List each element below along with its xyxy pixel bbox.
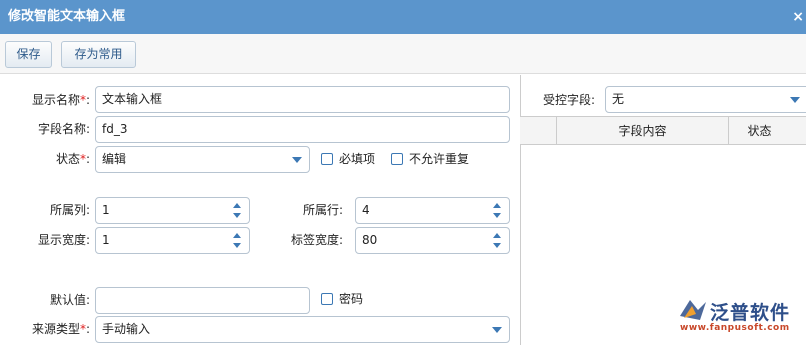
- status-label: 状态*:: [55, 152, 90, 166]
- column-spinner[interactable]: 1: [95, 197, 250, 224]
- row-value: 4: [362, 203, 370, 217]
- no-duplicate-checkbox[interactable]: [391, 153, 403, 165]
- brand-logo: 泛普软件 www.fanpusoft.com: [672, 296, 802, 336]
- field-name-input[interactable]: fd_3: [95, 116, 510, 143]
- chevron-down-icon: [292, 157, 302, 163]
- required-checkbox[interactable]: [321, 153, 333, 165]
- status-value: 编辑: [102, 152, 127, 166]
- table-header: 字段内容 状态: [520, 117, 806, 145]
- logo-icon: [680, 300, 706, 320]
- source-type-select[interactable]: 手动输入: [95, 316, 510, 343]
- save-button[interactable]: 保存: [5, 41, 52, 68]
- required-checkbox-label: 必填项: [339, 152, 376, 166]
- column-header-status[interactable]: 状态: [728, 117, 790, 145]
- default-value-label: 默认值:: [49, 293, 90, 307]
- spin-down-icon[interactable]: [233, 213, 241, 218]
- spin-up-icon[interactable]: [233, 203, 241, 208]
- no-duplicate-checkbox-label: 不允许重复: [409, 152, 470, 166]
- spin-up-icon[interactable]: [493, 233, 501, 238]
- spin-up-icon[interactable]: [233, 233, 241, 238]
- spin-down-icon[interactable]: [493, 213, 501, 218]
- source-type-value: 手动输入: [102, 322, 151, 336]
- password-checkbox[interactable]: [321, 293, 333, 305]
- dialog-title: 修改智能文本输入框: [8, 9, 126, 24]
- field-name-label: 字段名称:: [37, 122, 90, 136]
- row-label: 所属行:: [302, 203, 343, 217]
- label-width-spinner[interactable]: 80: [355, 227, 510, 254]
- label-width-value: 80: [362, 233, 378, 247]
- controlled-field-select[interactable]: 无: [605, 86, 806, 113]
- spin-up-icon[interactable]: [493, 203, 501, 208]
- logo-url: www.fanpusoft.com: [680, 323, 790, 333]
- row-spinner[interactable]: 4: [355, 197, 510, 224]
- controlled-field-label: 受控字段:: [542, 93, 595, 107]
- display-width-spinner[interactable]: 1: [95, 227, 250, 254]
- display-width-value: 1: [102, 233, 110, 247]
- label-width-label: 标签宽度:: [290, 233, 343, 247]
- column-label: 所属列:: [49, 203, 90, 217]
- status-select[interactable]: 编辑: [95, 146, 310, 173]
- dialog-titlebar: 修改智能文本输入框 ×: [0, 0, 806, 34]
- chevron-down-icon: [790, 97, 800, 103]
- default-value-input[interactable]: [95, 287, 310, 314]
- column-value: 1: [102, 203, 110, 217]
- display-name-label: 显示名称*:: [31, 93, 90, 107]
- toolbar: 保存 存为常用: [0, 34, 806, 74]
- controlled-field-value: 无: [612, 92, 625, 106]
- close-icon[interactable]: ×: [792, 0, 804, 34]
- display-name-input[interactable]: 文本输入框: [95, 86, 510, 113]
- column-header-field-content[interactable]: 字段内容: [556, 117, 728, 145]
- spin-down-icon[interactable]: [493, 243, 501, 248]
- display-width-label: 显示宽度:: [37, 233, 90, 247]
- password-checkbox-label: 密码: [339, 292, 364, 306]
- chevron-down-icon: [492, 327, 502, 333]
- logo-name: 泛普软件: [710, 302, 791, 324]
- spin-down-icon[interactable]: [233, 243, 241, 248]
- save-as-common-button[interactable]: 存为常用: [61, 41, 136, 68]
- source-type-label: 来源类型*:: [31, 322, 90, 336]
